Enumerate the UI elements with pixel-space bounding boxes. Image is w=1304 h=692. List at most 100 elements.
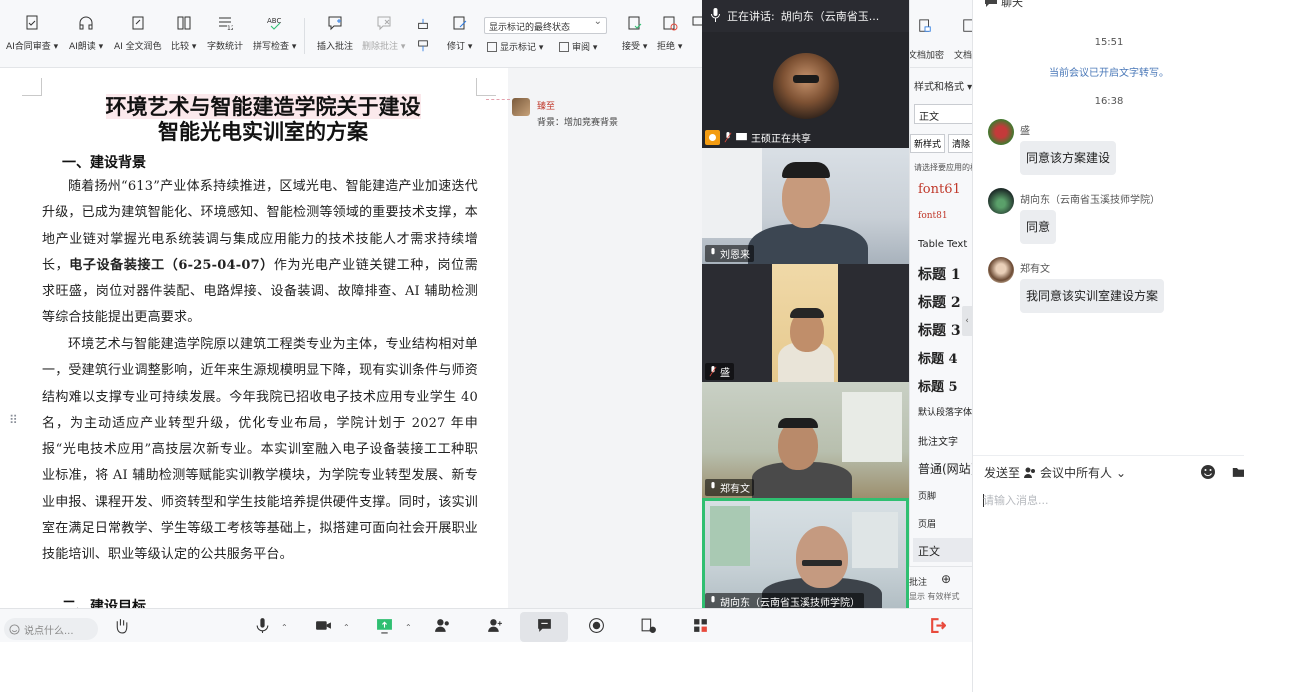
chevron-up-icon[interactable]: ⌃ (343, 623, 350, 632)
mic-button[interactable] (252, 615, 272, 635)
video-tile-sharing[interactable]: 王硕正在共享 (702, 32, 909, 148)
message-bubble[interactable]: 我同意该实训室建设方案 (1020, 279, 1165, 313)
ai-contract-review-button[interactable]: AI合同审查 ▾ (6, 14, 58, 64)
collapse-panel-handle[interactable]: ‹ (962, 306, 972, 336)
style-panel-hint: 请选择要应用的格 (914, 163, 972, 172)
drag-handle-icon[interactable]: ⠿ (9, 413, 18, 427)
chevron-up-icon[interactable]: ⌃ (281, 623, 288, 632)
accept-button[interactable]: 接受 ▾ (622, 14, 647, 64)
style-item-heading-4[interactable]: 标题 4 (918, 348, 958, 367)
zoom-icon[interactable]: ⊕ (941, 572, 951, 586)
style-item-table-text[interactable]: Table Text (918, 239, 967, 250)
paragraph-background[interactable]: 随着扬州“613”产业体系持续推进，区域光电、智能建造产业加速迭代升级，已成为建… (42, 174, 478, 332)
track-changes-icon (451, 14, 469, 32)
share-screen-icon (376, 618, 392, 633)
speaking-indicator: 正在讲话: 胡向东（云南省玉... (702, 0, 909, 32)
compare-button[interactable]: 比较 ▾ (171, 14, 196, 64)
style-item-normal-web[interactable]: 普通(网站) (918, 460, 972, 477)
mic-muted-icon (709, 366, 717, 377)
avatar (988, 119, 1014, 145)
style-item-normal[interactable]: 正文 (913, 538, 972, 562)
participants-button[interactable] (432, 615, 452, 635)
raise-hand-icon[interactable] (111, 615, 131, 635)
record-button[interactable] (586, 615, 606, 635)
apps-button[interactable] (638, 615, 658, 635)
doc-button[interactable]: 文档 (954, 48, 972, 61)
chat-button[interactable] (534, 615, 554, 635)
comment-text: 背景：增加竞赛背景 (537, 118, 619, 128)
paragraph-college[interactable]: 环境艺术与智能建造学院原以建筑工程类专业为主体，专业结构相对单一，受建筑行业调整… (42, 332, 478, 569)
document-canvas[interactable]: 环境艺术与智能建造学院关于建设 智能光电实训室的方案 一、建设背景 随着扬州“6… (0, 68, 702, 608)
show-markup-icon (487, 41, 497, 52)
share-screen-button[interactable] (374, 615, 394, 635)
send-to-selector[interactable]: 发送至 会议中所有人 ⌄ (984, 464, 1126, 481)
section-heading[interactable]: 一、建设背景 (62, 152, 146, 172)
delete-comment-button[interactable]: 删除批注 ▾ (362, 14, 405, 64)
style-item-font81[interactable]: font81 (918, 211, 948, 221)
style-panel: 文档加密 文档 样式和格式 ▾ 正文 新样式 清除 请选择要应用的格 font61… (909, 0, 972, 608)
comment-connector (486, 99, 510, 100)
chat-panel: 聊天 15:51 当前会议已开启文字转写。 16:38 盛 同意该方案建设 胡向… (972, 0, 1245, 692)
mic-icon (256, 617, 268, 633)
style-item-heading-2[interactable]: 标题 2 (918, 292, 961, 312)
message-bubble[interactable]: 同意该方案建设 (1020, 141, 1117, 175)
chat-icon (537, 618, 551, 632)
insert-comment-button[interactable]: 插入批注 (317, 14, 353, 64)
host-icon (705, 130, 720, 145)
camera-button[interactable] (313, 615, 333, 635)
ai-read-aloud-button[interactable]: AI朗读 ▾ (69, 14, 103, 64)
next-comment-icon[interactable] (416, 38, 430, 52)
style-panel-bottom: 批注 ⊕ 显示 有效样式 (909, 566, 972, 608)
style-item-footer[interactable]: 页脚 (918, 489, 936, 502)
style-panel-header[interactable]: 样式和格式 ▾ (914, 78, 972, 93)
invite-button[interactable] (484, 615, 504, 635)
doc-encrypt-button[interactable]: 文档加密 (910, 48, 944, 61)
video-strip: 正在讲话: 胡向东（云南省玉... 王硕正在共享 刘恩来 盛 郑有文 胡向东（云… (702, 0, 909, 612)
style-item-default-para-font[interactable]: 默认段落字体 (918, 405, 972, 418)
style-item-heading-5[interactable]: 标题 5 (918, 376, 958, 395)
clear-format-button[interactable]: 清除 (948, 134, 972, 153)
mic-muted-icon (724, 132, 732, 143)
style-item-comment-text[interactable]: 批注文字 (918, 433, 958, 448)
spell-check-button[interactable]: ABC 拼写检查 ▾ (253, 14, 296, 64)
prev-comment-icon[interactable] (416, 17, 430, 31)
message-sender: 胡向东（云南省玉溪技师学院） (1020, 195, 1160, 206)
message-sender: 盛 (1020, 126, 1030, 137)
leave-icon (930, 617, 946, 633)
review-pane-button[interactable]: 审阅 ▾ (559, 40, 597, 53)
say-something-input[interactable]: 说点什么... (4, 618, 98, 640)
video-tile[interactable]: 刘恩来 (702, 148, 909, 264)
message-bubble[interactable]: 同意 (1020, 210, 1057, 244)
people-icon (1024, 467, 1036, 478)
style-item-header[interactable]: 页眉 (918, 517, 936, 530)
chat-message-input[interactable] (983, 490, 1233, 510)
document-title[interactable]: 环境艺术与智能建造学院关于建设 智能光电实训室的方案 (40, 94, 486, 144)
word-count-button[interactable]: 123 字数统计 (207, 14, 243, 64)
leave-meeting-button[interactable] (927, 615, 947, 635)
comment-toggle[interactable]: 批注 (909, 575, 927, 588)
comment-margin (508, 68, 702, 608)
reject-button[interactable]: 拒绝 ▾ (657, 14, 682, 64)
grid-icon (693, 618, 707, 632)
video-tile[interactable]: 盛 (702, 264, 909, 382)
show-markup-button[interactable]: 显示标记 ▾ (487, 40, 543, 53)
smile-icon (9, 623, 20, 635)
current-style-field[interactable]: 正文 (914, 104, 972, 124)
video-tile-active-speaker[interactable]: 胡向东（云南省玉溪技师学院） (702, 498, 909, 612)
style-item-heading-1[interactable]: 标题 1 (918, 264, 961, 284)
spell-check-icon: ABC (266, 14, 284, 32)
track-changes-button[interactable]: 修订 ▾ (447, 14, 472, 64)
new-style-button[interactable]: 新样式 (910, 134, 946, 153)
markup-mode-select[interactable]: 显示标记的最终状态 (484, 16, 607, 34)
ai-polish-button[interactable]: AI 全文润色 (114, 14, 162, 64)
divider (973, 455, 1245, 456)
section-heading-2[interactable]: 二、建设目标 (62, 596, 146, 608)
comment-author: 臻至 (537, 102, 556, 112)
video-tile[interactable]: 郑有文 (702, 382, 909, 498)
more-button[interactable] (690, 615, 710, 635)
polish-icon (129, 14, 147, 32)
style-item-font61[interactable]: font61 (918, 182, 961, 197)
style-item-heading-3[interactable]: 标题 3 (918, 320, 961, 340)
emoji-icon[interactable] (1200, 464, 1216, 480)
chevron-up-icon[interactable]: ⌃ (405, 623, 412, 632)
